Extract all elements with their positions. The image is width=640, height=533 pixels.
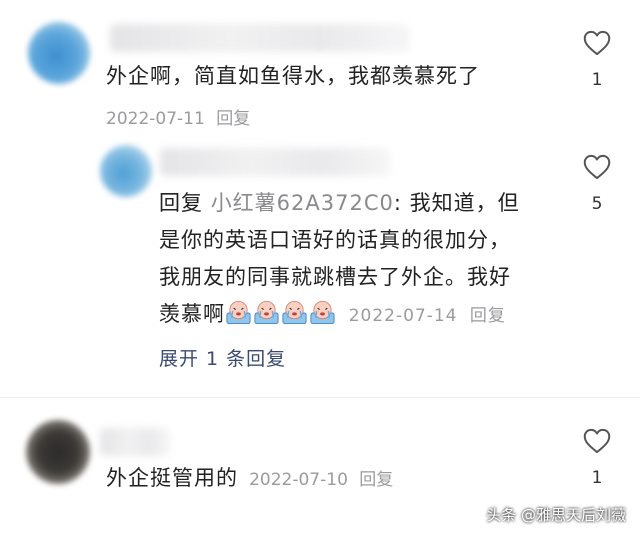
- reply-to-user[interactable]: 小红薯62A372C0: [211, 191, 394, 215]
- heart-outline-icon: [582, 154, 612, 180]
- reply-text: 回复 小红薯62A372C0: 我知道，但 是你的英语口语好的话真的很加分， 我…: [159, 185, 569, 335]
- expand-replies-button[interactable]: 展开 1 条回复: [159, 344, 286, 371]
- like-count: 5: [591, 194, 603, 214]
- comment-date: 2022-07-10: [249, 470, 348, 490]
- comment-meta: 2022-07-11 回复: [106, 104, 250, 129]
- reply-prefix: 回复: [159, 191, 203, 215]
- reply-line-4: 羡慕啊 2022-07-14 回复: [159, 296, 569, 335]
- comment-meta: 2022-07-10 回复: [249, 470, 393, 490]
- comment-text: 外企啊，简直如鱼得水，我都羡慕死了: [106, 64, 480, 88]
- like-button[interactable]: 5: [582, 154, 612, 214]
- reply-date: 2022-07-14: [348, 306, 458, 326]
- comment-text: 外企挺管用的: [106, 466, 238, 490]
- like-button[interactable]: 1: [582, 428, 612, 488]
- comment-1: 外企啊，简直如鱼得水，我都羡慕死了 2022-07-11 回复 1: [0, 0, 640, 140]
- reply-button[interactable]: 回复: [216, 109, 250, 129]
- reply-line-2: 是你的英语口语好的话真的很加分，: [159, 228, 511, 252]
- crying-face-icon: [225, 301, 253, 326]
- watermark: 头条 @雅思天后刘薇: [486, 506, 626, 524]
- comment-date: 2022-07-11: [106, 109, 205, 129]
- username-blurred[interactable]: [100, 428, 170, 456]
- like-count: 1: [591, 468, 603, 488]
- reply-line-4-text: 羡慕啊: [159, 302, 225, 326]
- username-blurred[interactable]: [160, 148, 390, 176]
- heart-outline-icon: [582, 428, 612, 454]
- reply-button[interactable]: 回复: [470, 306, 506, 326]
- like-count: 1: [591, 70, 603, 90]
- reply-line-1: 回复 小红薯62A372C0: 我知道，但: [159, 185, 569, 222]
- comment-2-reply: 回复 小红薯62A372C0: 我知道，但 是你的英语口语好的话真的很加分， 我…: [0, 140, 640, 380]
- heart-outline-icon: [582, 30, 612, 56]
- comment-line: 外企挺管用的 2022-07-10 回复: [106, 460, 393, 497]
- avatar[interactable]: [28, 22, 90, 84]
- reply-line-1-text: : 我知道，但: [393, 191, 520, 215]
- avatar[interactable]: [26, 420, 90, 484]
- reply-button[interactable]: 回复: [359, 470, 393, 490]
- reply-meta: 2022-07-14 回复: [349, 306, 506, 326]
- like-button[interactable]: 1: [582, 30, 612, 90]
- reply-line-3: 我朋友的同事就跳槽去了外企。我好: [159, 265, 511, 289]
- crying-face-icon: [281, 301, 309, 326]
- crying-face-icon: [309, 301, 337, 326]
- avatar[interactable]: [100, 145, 152, 197]
- username-blurred[interactable]: [110, 24, 410, 52]
- crying-face-icon: [253, 301, 281, 326]
